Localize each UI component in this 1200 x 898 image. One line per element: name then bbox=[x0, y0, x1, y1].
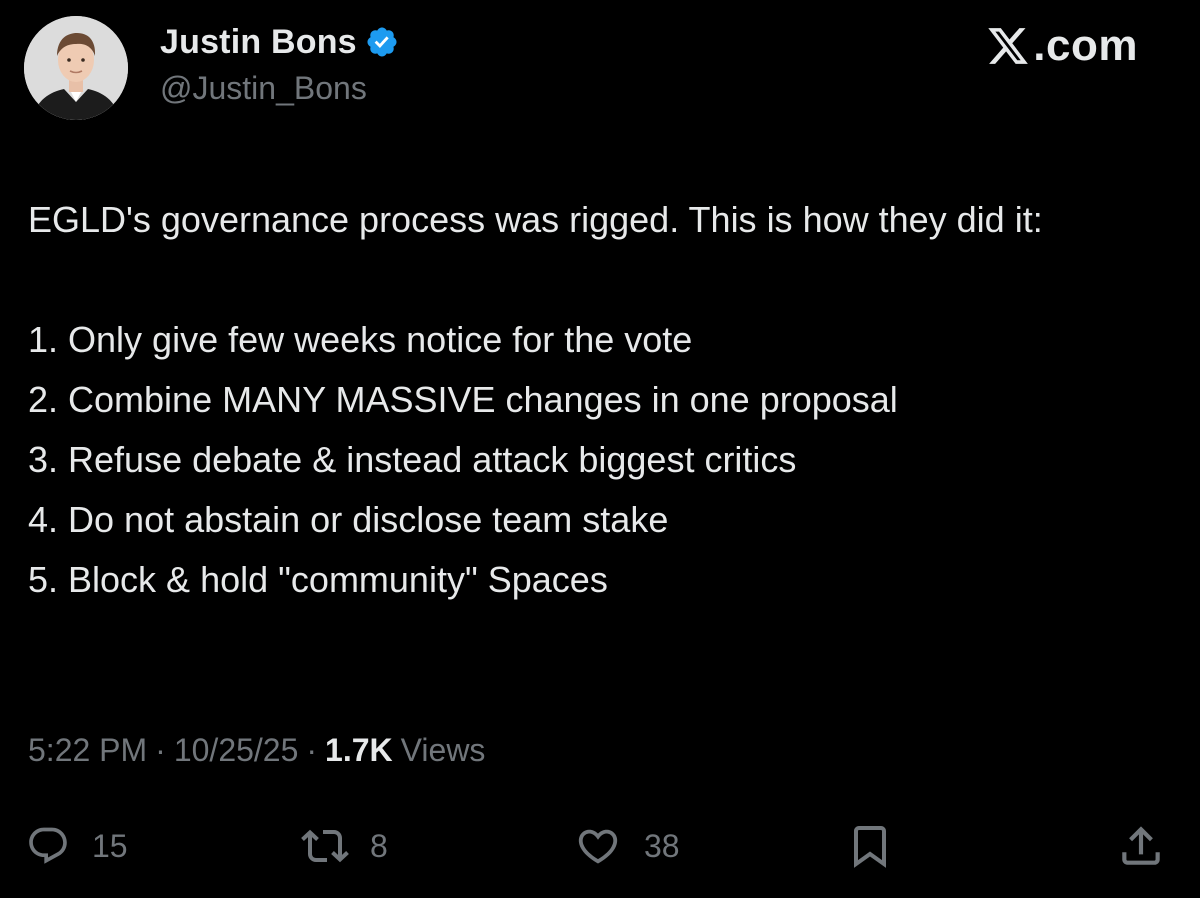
tweet-line: 3. Refuse debate & instead attack bigges… bbox=[28, 439, 797, 480]
bookmark-icon bbox=[846, 820, 894, 872]
author-display-name[interactable]: Justin Bons bbox=[160, 23, 357, 62]
meta-separator: · bbox=[306, 732, 318, 768]
repost-icon bbox=[298, 822, 352, 870]
heart-icon bbox=[574, 823, 622, 869]
reply-icon bbox=[26, 824, 70, 868]
author-name-row: Justin Bons bbox=[160, 20, 399, 64]
tweet-line: 5. Block & hold "community" Spaces bbox=[28, 559, 608, 600]
tweet-line: 4. Do not abstain or disclose team stake bbox=[28, 499, 669, 540]
x-logo-icon bbox=[985, 24, 1031, 68]
repost-button[interactable]: 8 bbox=[298, 818, 388, 874]
meta-separator: · bbox=[155, 732, 166, 768]
tweet-text: EGLD's governance process was rigged. Th… bbox=[28, 190, 1158, 610]
tweet-line: EGLD's governance process was rigged. Th… bbox=[28, 199, 1043, 240]
reply-count: 15 bbox=[92, 827, 128, 864]
tweet-line: 1. Only give few weeks notice for the vo… bbox=[28, 319, 693, 360]
bookmark-button[interactable] bbox=[846, 818, 894, 874]
tweet-meta: 5:22 PM · 10/25/25 · 1.7K Views bbox=[28, 732, 485, 769]
x-com-watermark: .com bbox=[985, 18, 1138, 74]
brand-text: .com bbox=[1033, 21, 1138, 70]
verified-badge-icon[interactable] bbox=[365, 25, 399, 59]
views-label: Views bbox=[400, 732, 486, 768]
like-count: 38 bbox=[644, 827, 680, 864]
tweet-time[interactable]: 5:22 PM bbox=[28, 732, 147, 769]
tweet-date[interactable]: 10/25/25 bbox=[174, 732, 299, 769]
avatar[interactable] bbox=[24, 16, 128, 120]
tweet-line: 2. Combine MANY MASSIVE changes in one p… bbox=[28, 379, 898, 420]
author-handle[interactable]: @Justin_Bons bbox=[160, 70, 399, 107]
like-button[interactable]: 38 bbox=[574, 818, 680, 874]
views-count: 1.7K bbox=[325, 732, 393, 768]
share-button[interactable] bbox=[1116, 818, 1166, 874]
share-icon bbox=[1116, 821, 1166, 871]
repost-count: 8 bbox=[370, 827, 388, 864]
tweet-actions: 15 8 38 bbox=[0, 818, 1200, 874]
tweet-author: Justin Bons @Justin_Bons bbox=[160, 20, 399, 107]
reply-button[interactable]: 15 bbox=[26, 818, 128, 874]
avatar-image bbox=[24, 16, 128, 120]
